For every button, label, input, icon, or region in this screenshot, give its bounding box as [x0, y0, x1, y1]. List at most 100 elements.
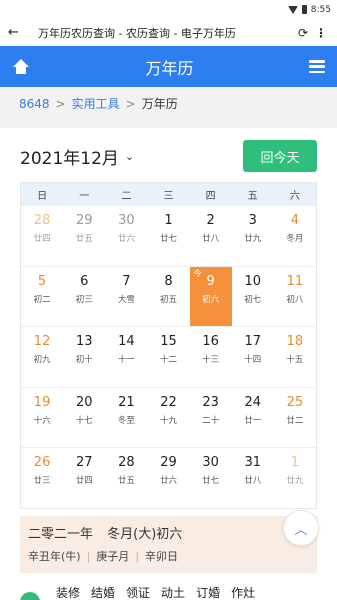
home-icon[interactable] — [12, 58, 30, 75]
lunar-day: 初五 — [159, 294, 177, 305]
calendar-day[interactable]: 21 冬至 — [105, 386, 148, 448]
calendar-day[interactable]: 15 十二 — [147, 326, 190, 387]
back-to-today-button[interactable]: 回今天 — [243, 140, 317, 172]
calendar-day[interactable]: 4 冬月 — [273, 205, 316, 266]
ganzhi-year: 辛丑年(牛) — [28, 550, 81, 563]
day-number: 13 — [75, 334, 93, 349]
calendar-day[interactable]: 2 廿八 — [189, 205, 232, 266]
lunar-day: 廿三 — [33, 476, 51, 486]
calendar-day[interactable]: 1 廿七 — [147, 205, 190, 266]
calendar-day[interactable]: 29 廿五 — [63, 205, 106, 266]
calendar-day[interactable]: 30 廿七 — [189, 447, 232, 508]
activity-item: 作灶 — [231, 586, 256, 600]
month-selector[interactable]: 2021年12月 ⌄ — [20, 144, 134, 169]
calendar-grid: 日 一 二 三 四 五 六 28 廿四 29 廿五 30 廿六 1 廿七 2 廿八 3 廿九 4 冬月 5 初二 6 初三 7 大… — [20, 182, 317, 509]
calendar-day[interactable]: 28 廿五 — [105, 447, 148, 508]
ganzhi-day: 辛卯日 — [145, 550, 179, 563]
menu-icon[interactable] — [308, 60, 325, 73]
calendar-day[interactable]: 11 初八 — [273, 265, 316, 327]
day-number: 29 — [75, 213, 93, 228]
status-time: 8:55 — [310, 4, 331, 15]
calendar-day[interactable]: 20 十七 — [63, 386, 106, 448]
calendar-day[interactable]: 17 十四 — [231, 326, 274, 387]
calendar-day[interactable]: 12 初九 — [21, 326, 64, 387]
day-number: 16 — [202, 334, 219, 349]
lunar-day: 十九 — [159, 415, 177, 426]
breadcrumb: 8648 > 实用工具 > 万年历 — [0, 87, 337, 120]
lunar-day: 廿四 — [33, 234, 51, 244]
day-number: 9 — [206, 273, 215, 289]
calendar-day[interactable]: 25 廿二 — [273, 386, 316, 448]
day-number: 22 — [160, 394, 177, 410]
day-number: 14 — [118, 334, 135, 349]
calendar-day[interactable]: 31 廿八 — [231, 447, 274, 508]
breadcrumb-home-link[interactable]: 8648 — [19, 97, 50, 111]
lunar-day: 廿五 — [75, 234, 93, 244]
calendar-day[interactable]: 30 廿六 — [105, 205, 148, 266]
lunar-day: 初六 — [202, 294, 220, 305]
lunar-day: 十三 — [202, 355, 220, 365]
calendar-day[interactable]: 29 廿六 — [147, 447, 190, 508]
calendar-day[interactable]: 3 廿九 — [231, 205, 274, 266]
lunar-day: 初八 — [286, 294, 304, 305]
lunar-day: 初十 — [75, 355, 93, 365]
calendar-day[interactable]: 8 初五 — [147, 265, 190, 327]
calendar-day[interactable]: 14 十一 — [105, 326, 148, 387]
day-number: 18 — [286, 334, 304, 349]
battery-icon — [301, 5, 307, 14]
lunar-day: 十七 — [75, 415, 93, 426]
calendar-day[interactable]: 26 廿三 — [21, 447, 64, 508]
scroll-to-top-button[interactable]: ︿ — [283, 510, 319, 546]
site-header: 万年历 — [0, 46, 337, 87]
browser-app-bar: ← 万年历农历查询 - 农历查询 - 电子万年历 ⟳ ⋮ — [0, 19, 337, 46]
day-number: 31 — [244, 455, 262, 470]
calendar-day[interactable]: 5 初二 — [21, 265, 64, 327]
day-number: 12 — [33, 334, 51, 349]
calendar-day[interactable]: 28 廿四 — [21, 205, 64, 266]
wifi-icon — [287, 5, 298, 14]
day-number: 27 — [75, 455, 93, 470]
lunar-info-panel: 二零二一年 冬月(大)初六 辛丑年(牛) | 庚子月 | 辛卯日 — [20, 516, 317, 573]
breadcrumb-tools-link[interactable]: 实用工具 — [72, 95, 120, 112]
calendar-day[interactable]: 22 十九 — [147, 386, 190, 448]
refresh-icon[interactable]: ⟳ — [293, 26, 313, 40]
calendar-day[interactable]: 27 廿四 — [63, 447, 106, 508]
ganzhi-month: 庚子月 — [96, 550, 130, 563]
calendar-day[interactable]: 24 廿一 — [231, 386, 274, 448]
more-vert-icon[interactable]: ⋮ — [313, 26, 329, 40]
lunar-day: 十五 — [286, 355, 304, 365]
calendar-card: 2021年12月 ⌄ 回今天 日 一 二 三 四 五 六 28 廿四 29 廿五 30 廿六 1 廿七 2 廿… — [0, 128, 337, 600]
breadcrumb-current: 万年历 — [141, 97, 178, 111]
calendar-day[interactable]: 10 初七 — [231, 265, 274, 327]
page-title: 万年历农历查询 - 农历查询 - 电子万年历 — [38, 26, 236, 40]
back-arrow-icon[interactable]: ← — [8, 25, 28, 40]
weekday-label: 三 — [163, 190, 174, 202]
day-number: 28 — [33, 213, 51, 228]
lunar-day: 廿一 — [244, 415, 262, 426]
calendar-day[interactable]: 13 初十 — [63, 326, 106, 387]
day-number: 4 — [290, 213, 300, 228]
lunar-day: 十四 — [244, 355, 262, 365]
calendar-day[interactable]: 6 初三 — [63, 265, 106, 327]
site-title: 万年历 — [145, 58, 194, 78]
day-number: 19 — [33, 394, 51, 410]
lunar-day: 廿五 — [117, 476, 135, 486]
lunar-year: 二零二一年 — [28, 527, 94, 542]
calendar-day[interactable]: 1 廿九 — [273, 447, 316, 508]
weekday-label: 一 — [79, 190, 90, 202]
lunar-day: 廿六 — [159, 476, 177, 486]
calendar-day[interactable]: 19 十六 — [21, 386, 64, 448]
lunar-day: 初七 — [244, 294, 262, 305]
calendar-day[interactable]: 18 十五 — [273, 326, 316, 387]
lunar-day: 冬月 — [286, 234, 304, 244]
activity-item: 结婚 — [91, 586, 116, 600]
activity-item: 动土 — [161, 586, 186, 600]
lunar-day: 廿八 — [202, 234, 220, 244]
calendar-day[interactable]: 23 二十 — [189, 386, 232, 448]
calendar-day[interactable]: 16 十三 — [189, 326, 232, 387]
calendar-day[interactable]: 7 大雪 — [105, 265, 148, 327]
yi-badge-icon — [20, 592, 40, 600]
day-number: 5 — [37, 273, 47, 289]
weekday-label: 二 — [121, 190, 132, 202]
calendar-day-today[interactable]: 今 9 初六 — [189, 265, 232, 326]
